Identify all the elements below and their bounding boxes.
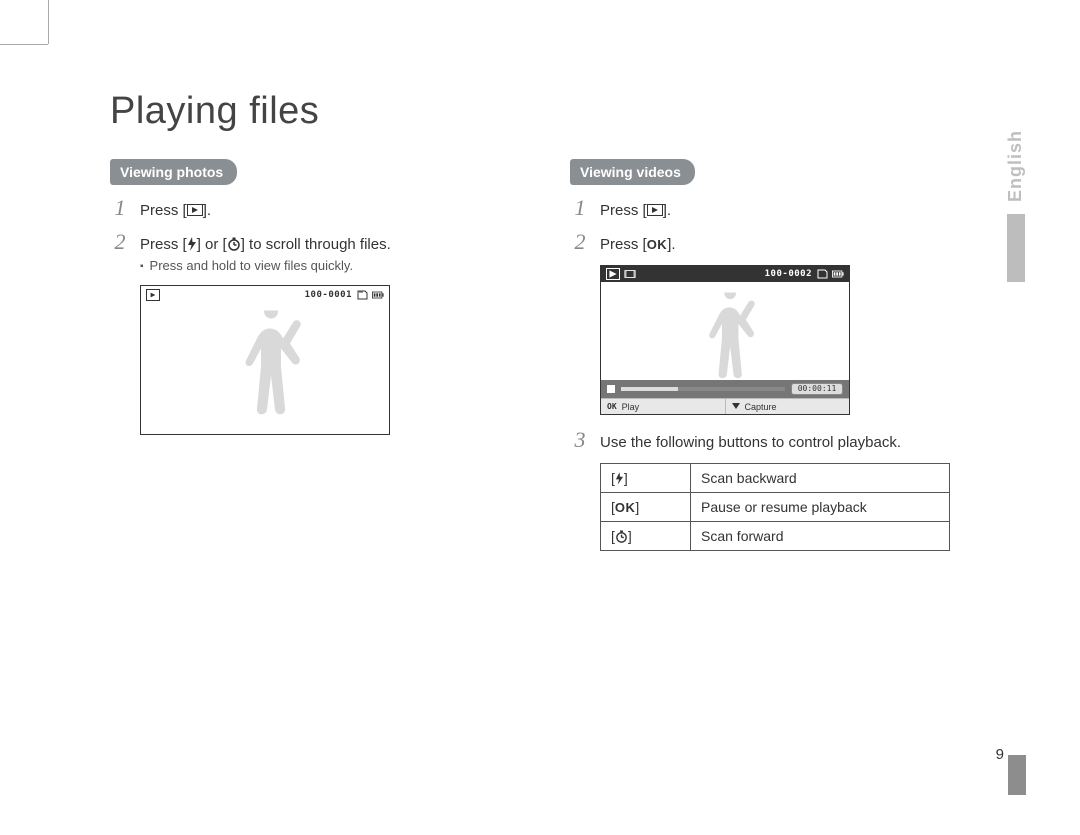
step-text: Press [OK]. [600,231,990,255]
capture-label: Capture [745,402,777,412]
person-silhouette [237,310,307,425]
video-file-icon [624,269,636,279]
control-desc-cell: Pause or resume playback [691,493,950,522]
section-heading-videos: Viewing videos [570,159,695,185]
ok-label: OK [615,500,636,515]
language-label: English [1005,130,1026,202]
column-photos: Viewing photos 1 Press []. 2 Press [] or… [110,159,530,551]
section-heading-photos: Viewing photos [110,159,237,185]
step-number: 1 [110,197,130,219]
timecode: 00:00:11 [791,383,843,395]
video-screen-mockup: 100-0002 00:00:11 [600,265,850,415]
step-text: Use the following buttons to control pla… [600,429,990,453]
playback-mode-icon [606,268,620,280]
timer-icon [615,530,628,543]
play-label: Play [622,402,640,412]
step-text: Press [] or [] to scroll through files. … [140,231,530,275]
step-number: 2 [570,231,590,253]
table-row: [] Scan backward [601,464,950,493]
table-row: [OK] Pause or resume playback [601,493,950,522]
video-body: 00:00:11 [601,282,849,398]
language-side-tab: English [1005,130,1026,282]
step-text: Press []. [140,197,530,221]
step-number: 1 [570,197,590,219]
column-videos: Viewing videos 1 Press []. 2 Press [OK]. [570,159,990,551]
ok-label: OK [647,237,668,252]
battery-icon [372,290,384,300]
playback-mode-icon [146,289,160,301]
page-number: 9 [996,746,1004,763]
tab-block-light [1007,214,1025,282]
table-row: [] Scan forward [601,522,950,551]
screen-topbar: 100-0001 [141,286,389,304]
control-key-cell: [] [601,464,691,493]
file-counter: 100-0001 [305,290,352,300]
photo-screen-mockup: 100-0001 [140,285,390,435]
page-title: Playing files [110,90,990,133]
flash-icon [615,472,624,485]
step-number: 2 [110,231,130,253]
tab-block-dark [1008,755,1026,795]
step-text: Press []. [600,197,990,221]
memory-card-icon [816,269,828,279]
video-topbar: 100-0002 [601,266,849,282]
person-silhouette [701,293,761,388]
memory-card-icon [356,290,368,300]
timer-icon [227,237,241,251]
playback-controls-table: [] Scan backward [OK] Pause or resume pl… [600,463,950,551]
flash-icon [187,237,197,251]
battery-icon [832,269,844,279]
control-key-cell: [] [601,522,691,551]
playback-icon [187,204,203,216]
playback-icon [647,204,663,216]
stop-icon [607,385,615,393]
crop-mark-horizontal [0,44,48,45]
down-arrow-icon [732,402,740,410]
columns: Viewing photos 1 Press []. 2 Press [] or… [110,159,990,551]
file-counter: 100-0002 [765,269,812,279]
step-sub-note: ▪Press and hold to view files quickly. [140,257,530,275]
video-footer: OK Play Capture [601,398,849,414]
page-content: Playing files Viewing photos 1 Press [].… [110,90,990,551]
progress-bar [621,387,785,391]
control-desc-cell: Scan forward [691,522,950,551]
control-desc-cell: Scan backward [691,464,950,493]
control-key-cell: [OK] [601,493,691,522]
step-number: 3 [570,429,590,451]
progress-bar-row: 00:00:11 [601,380,849,398]
ok-key-label: OK [607,402,617,411]
crop-mark-vertical [48,0,49,44]
